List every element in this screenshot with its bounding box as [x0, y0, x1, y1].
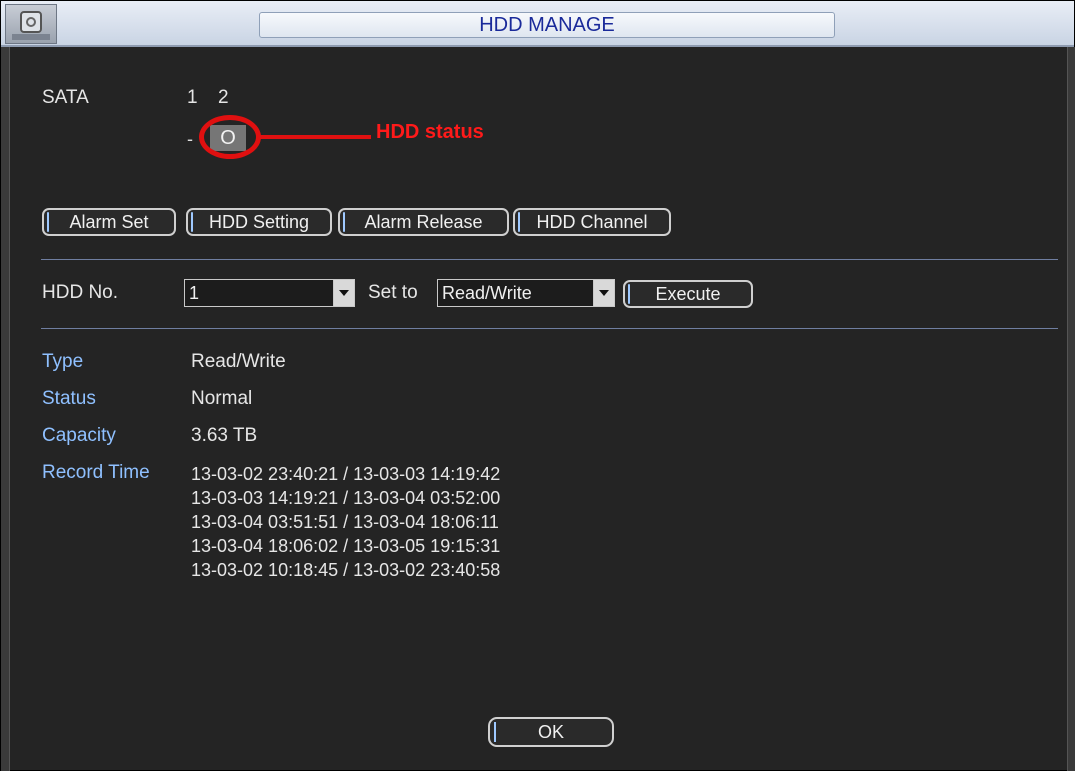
hdd-manage-window: HDD MANAGE SATA 1 2 - O HDD status Alarm… [0, 0, 1075, 771]
frame-left-border [1, 47, 10, 771]
hdd-no-select[interactable]: 1 [184, 279, 355, 307]
tab-hdd-setting[interactable]: HDD Setting [186, 208, 332, 236]
record-time-entry: 13-03-02 23:40:21 / 13-03-03 14:19:42 [191, 464, 501, 484]
set-to-value: Read/Write [442, 283, 532, 303]
annotation-line [259, 135, 371, 139]
annotation-circle [199, 115, 261, 159]
chevron-down-icon[interactable] [593, 280, 614, 306]
ok-button[interactable]: OK [488, 717, 614, 747]
sata-label: SATA [42, 87, 89, 108]
record-time-entry: 13-03-04 03:51:51 / 13-03-04 18:06:11 [191, 512, 499, 532]
frame-right-border [1067, 47, 1075, 771]
record-time-entry: 13-03-04 18:06:02 / 13-03-05 19:15:31 [191, 536, 501, 556]
type-label: Type [42, 351, 84, 372]
hdd-no-value: 1 [189, 283, 200, 303]
execute-button[interactable]: Execute [623, 280, 753, 308]
record-time-entry: 13-03-02 10:18:45 / 13-03-02 23:40:58 [191, 560, 501, 580]
capacity-value: 3.63 TB [191, 425, 258, 446]
sata-port-2: 2 [218, 87, 229, 108]
tab-hdd-channel[interactable]: HDD Channel [513, 208, 671, 236]
type-value: Read/Write [191, 351, 286, 372]
status-value: Normal [191, 388, 253, 409]
set-to-label: Set to [368, 282, 418, 303]
hdd-no-label: HDD No. [42, 282, 119, 303]
title-bar: HDD MANAGE [1, 1, 1074, 47]
sata-port-1: 1 [187, 87, 198, 108]
hdd-icon [5, 4, 57, 44]
chevron-down-icon[interactable] [333, 280, 354, 306]
record-time-label: Record Time [42, 462, 150, 483]
annotation-text: HDD status [376, 121, 484, 143]
port-1-status: - [187, 129, 193, 149]
record-time-entry: 13-03-03 14:19:21 / 13-03-04 03:52:00 [191, 488, 501, 508]
tab-alarm-set[interactable]: Alarm Set [42, 208, 176, 236]
capacity-label: Capacity [42, 425, 116, 446]
tab-alarm-release[interactable]: Alarm Release [338, 208, 509, 236]
separator-top [41, 259, 1058, 260]
window-title: HDD MANAGE [479, 14, 615, 36]
separator-bottom [41, 328, 1058, 329]
status-label: Status [42, 388, 96, 409]
set-to-select[interactable]: Read/Write [437, 279, 615, 307]
